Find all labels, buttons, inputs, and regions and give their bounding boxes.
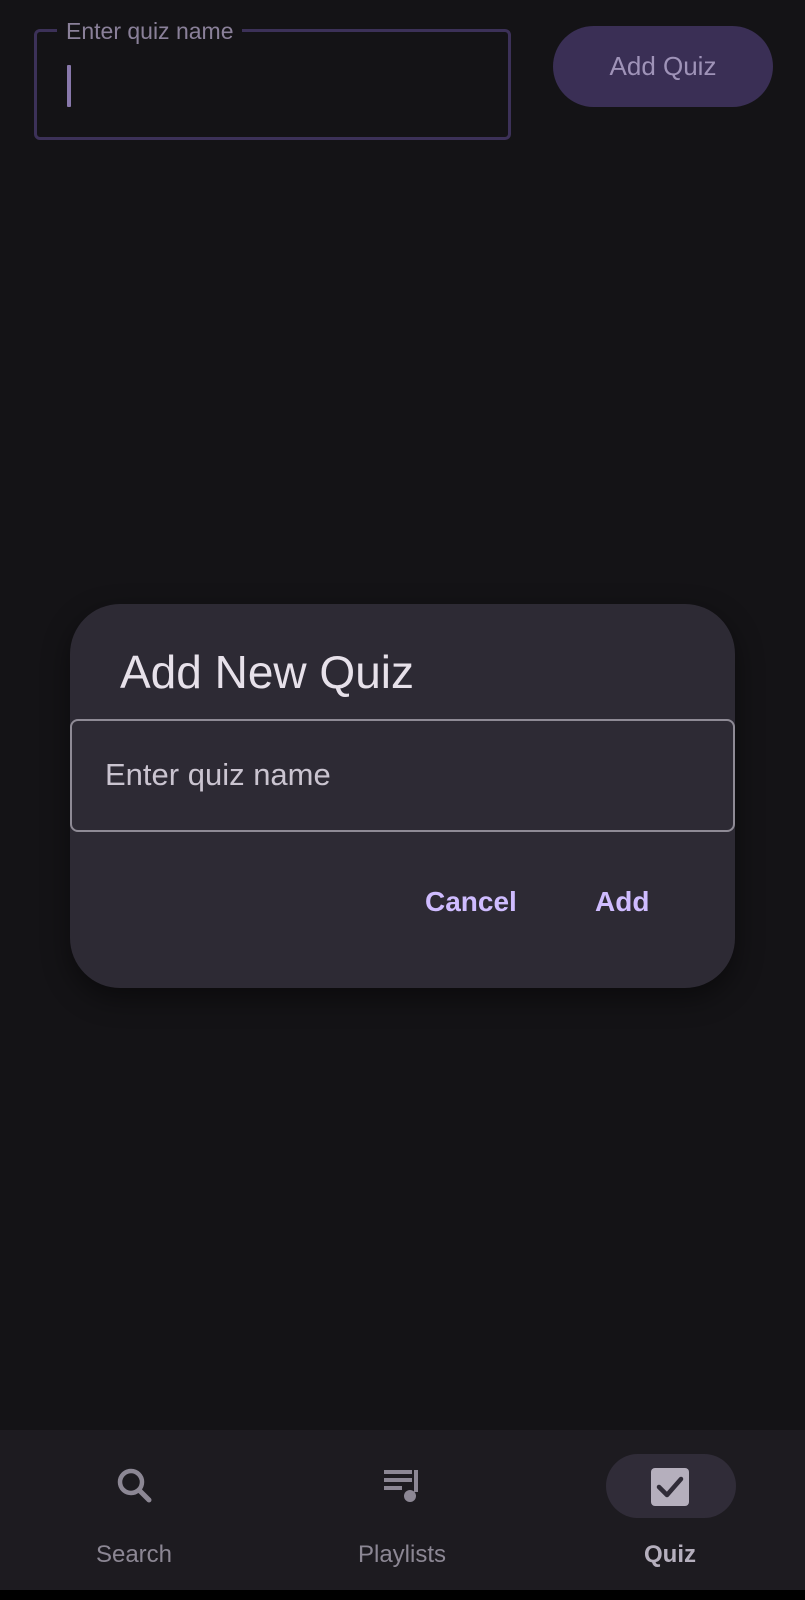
bottom-navigation-bar: Search Playlists Quiz	[0, 1430, 805, 1590]
nav-label-quiz: Quiz	[644, 1541, 696, 1568]
search-icon	[117, 1468, 152, 1503]
nav-item-quiz[interactable]: Quiz	[536, 1430, 804, 1590]
dialog-quiz-name-input[interactable]: Enter quiz name	[70, 719, 735, 832]
nav-item-playlists[interactable]: Playlists	[268, 1430, 536, 1590]
dialog-input-placeholder: Enter quiz name	[105, 757, 331, 792]
playlist-icon	[384, 1470, 418, 1502]
nav-label-playlists: Playlists	[357, 1541, 447, 1568]
text-cursor	[67, 65, 71, 107]
nav-item-search[interactable]: Search	[0, 1430, 268, 1590]
add-button[interactable]: Add	[595, 874, 649, 930]
system-gesture-bar	[0, 1590, 805, 1600]
nav-label-search: Search	[95, 1541, 173, 1568]
quiz-name-field[interactable]: Enter quiz name	[34, 18, 511, 140]
cancel-button[interactable]: Cancel	[425, 874, 517, 930]
quiz-name-field-label: Enter quiz name	[57, 18, 243, 44]
dialog-title: Add New Quiz	[120, 646, 415, 698]
checkbox-icon	[651, 1468, 689, 1506]
add-quiz-dialog: Add New Quiz Enter quiz name Cancel Add	[70, 604, 735, 988]
add-quiz-button[interactable]: Add Quiz	[553, 26, 773, 107]
quiz-screen: Enter quiz name Add Quiz Add New Quiz En…	[0, 0, 805, 1600]
